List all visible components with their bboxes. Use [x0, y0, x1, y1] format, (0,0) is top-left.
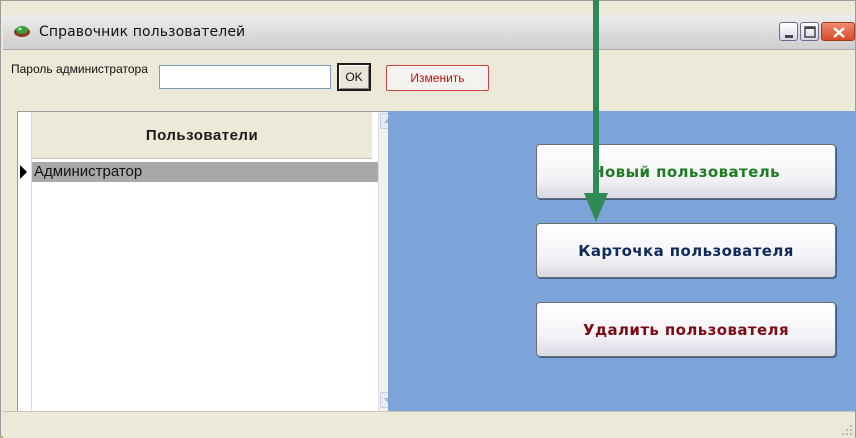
current-row-pointer-icon	[20, 165, 27, 179]
minimize-button[interactable]	[779, 22, 798, 41]
change-password-button[interactable]: Изменить	[386, 65, 489, 91]
close-button[interactable]	[821, 22, 855, 41]
user-card-button[interactable]: Карточка пользователя	[536, 223, 836, 278]
password-label: Пароль администратора	[11, 62, 148, 76]
app-icon	[14, 26, 30, 37]
maximize-icon	[804, 26, 816, 38]
row-indicator-column	[18, 112, 32, 412]
users-column-header[interactable]: Пользователи	[32, 112, 372, 159]
maximize-button[interactable]	[800, 22, 819, 41]
actions-panel: Новый пользователь Карточка пользователя…	[388, 111, 856, 411]
close-icon	[833, 27, 845, 38]
user-row[interactable]: Администратор	[32, 162, 378, 182]
users-grid[interactable]: Пользователи Администратор	[17, 111, 395, 412]
window-title: Справочник пользователей	[39, 24, 246, 40]
title-bar[interactable]: Справочник пользователей	[3, 15, 855, 50]
users-directory-window: Справочник пользователей Пароль админист…	[0, 0, 856, 438]
resize-grip-icon[interactable]	[841, 424, 853, 436]
status-bar	[3, 411, 855, 438]
ok-button[interactable]: OK	[337, 63, 371, 91]
delete-user-button[interactable]: Удалить пользователя	[536, 302, 836, 357]
admin-password-input[interactable]	[159, 65, 331, 89]
new-user-button[interactable]: Новый пользователь	[536, 144, 836, 199]
minimize-icon	[785, 35, 793, 38]
